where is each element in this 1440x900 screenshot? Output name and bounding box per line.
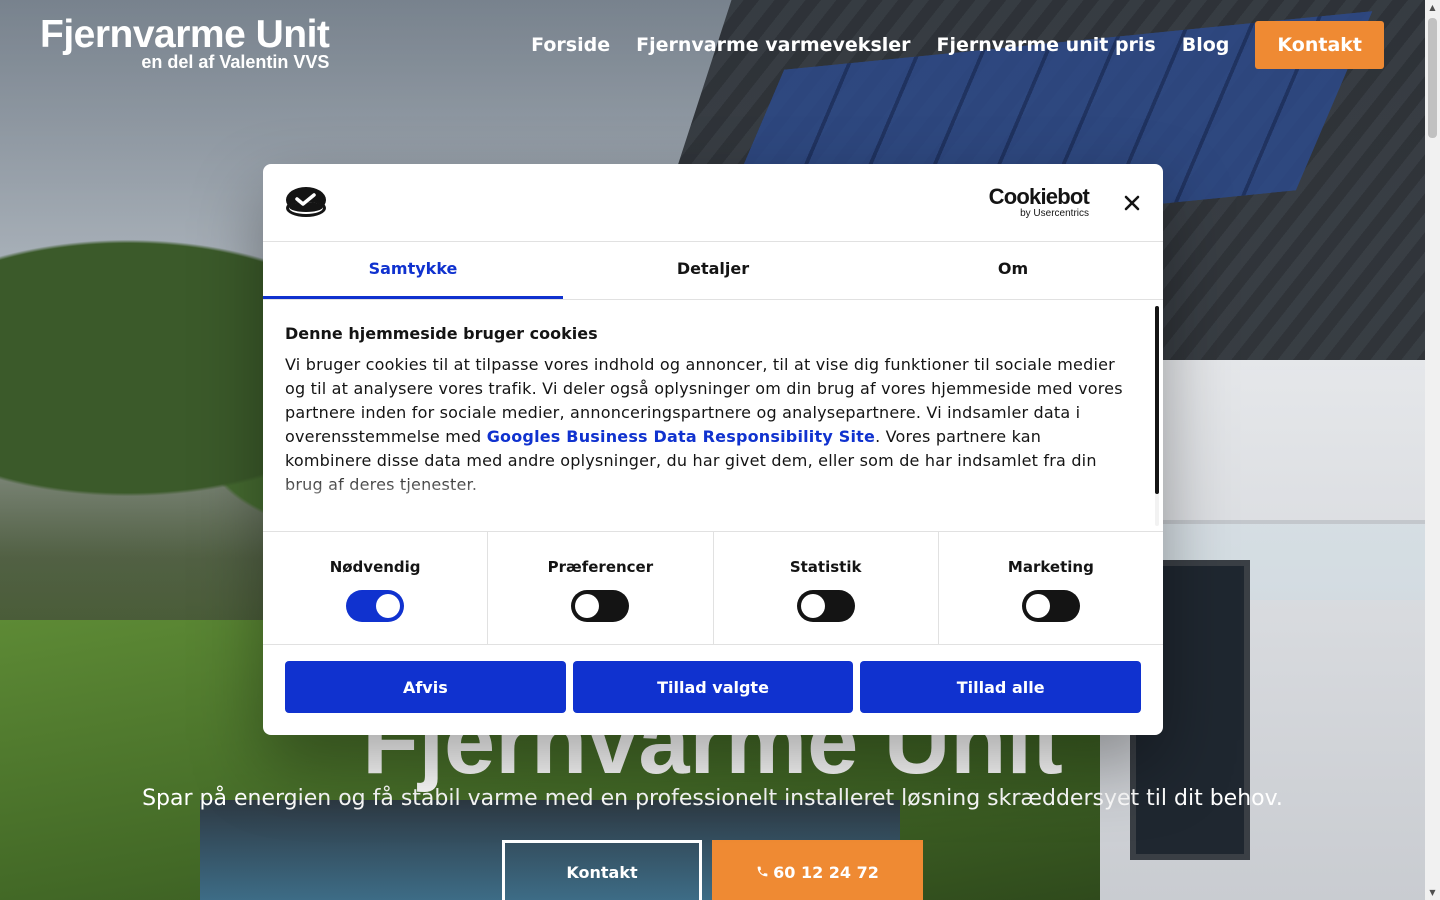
switch-knob — [376, 594, 401, 618]
nav-item-varmeveksler[interactable]: Fjernvarme varmeveksler — [636, 34, 910, 56]
main-nav: Forside Fjernvarme varmeveksler Fjernvar… — [505, 21, 1384, 69]
nav-item-forside[interactable]: Forside — [531, 34, 610, 56]
hero-contact-button[interactable]: Kontakt — [502, 840, 702, 900]
close-icon[interactable] — [1119, 190, 1145, 216]
switch-knob — [575, 594, 600, 618]
page-scrollbar[interactable]: ▲ ▼ — [1425, 0, 1440, 900]
hero-subtitle: Spar på energien og få stabil varme med … — [142, 786, 1283, 811]
tab-om[interactable]: Om — [863, 242, 1163, 299]
toggle-label-marketing: Marketing — [1007, 558, 1094, 576]
toggle-cell-preferences: Præferencer — [488, 532, 714, 644]
nav-item-blog[interactable]: Blog — [1182, 34, 1230, 56]
page-scroll-thumb[interactable] — [1428, 18, 1437, 138]
scroll-down-arrow-icon[interactable]: ▼ — [1428, 888, 1437, 897]
consent-heading: Denne hjemmeside bruger cookies — [285, 324, 598, 343]
nav-contact-button[interactable]: Kontakt — [1255, 21, 1384, 69]
google-responsibility-link[interactable]: Googles Business Data Responsibility Sit… — [487, 427, 875, 446]
cookiebot-brand[interactable]: Cookiebot by Usercentrics — [987, 184, 1090, 220]
body-scroll-thumb[interactable] — [1155, 306, 1159, 494]
cookiebot-brand-by: by Usercentrics — [1020, 208, 1089, 219]
site-logo[interactable]: Fjernvarme Unit en del af Valentin VVS — [40, 12, 330, 73]
consent-toggles: Nødvendig Præferencer Statistik Marketin… — [263, 532, 1163, 645]
body-fade-overlay — [263, 471, 1143, 531]
cookiebot-brand-name: Cookiebot — [988, 184, 1090, 209]
toggle-label-necessary: Nødvendig — [329, 558, 421, 576]
allow-selected-button[interactable]: Tillad valgte — [572, 661, 854, 713]
reject-button[interactable]: Afvis — [285, 661, 566, 713]
tab-detaljer[interactable]: Detaljer — [563, 242, 863, 299]
cookiebot-badge-icon — [285, 186, 327, 218]
scroll-up-arrow-icon[interactable]: ▲ — [1428, 3, 1437, 12]
necessary-switch[interactable] — [346, 590, 405, 622]
cookie-consent-dialog: Cookiebot by Usercentrics Samtykke Detal… — [263, 164, 1163, 735]
nav-item-unit-pris[interactable]: Fjernvarme unit pris — [937, 34, 1156, 56]
dialog-body[interactable]: Denne hjemmeside bruger cookies Vi bruge… — [263, 300, 1163, 532]
dialog-actions: Afvis Tillad valgte Tillad alle — [263, 645, 1163, 729]
toggle-cell-necessary: Nødvendig — [263, 532, 489, 644]
switch-knob — [800, 594, 825, 618]
toggle-cell-statistics: Statistik — [714, 532, 939, 644]
tab-samtykke[interactable]: Samtykke — [263, 242, 563, 299]
statistics-switch[interactable] — [796, 590, 855, 622]
hero-phone-button[interactable]: 60 12 24 72 — [712, 840, 923, 900]
marketing-switch[interactable] — [1021, 590, 1080, 622]
hero-phone-label: 60 12 24 72 — [773, 862, 879, 882]
switch-knob — [1025, 594, 1050, 618]
toggle-label-preferences: Præferencer — [547, 558, 654, 576]
dialog-tabs: Samtykke Detaljer Om — [263, 242, 1163, 300]
preferences-switch[interactable] — [571, 590, 630, 622]
toggle-label-statistics: Statistik — [789, 558, 862, 576]
toggle-cell-marketing: Marketing — [939, 532, 1163, 644]
dialog-header: Cookiebot by Usercentrics — [263, 164, 1163, 242]
allow-all-button[interactable]: Tillad alle — [860, 661, 1142, 713]
hero-contact-label: Kontakt — [566, 862, 638, 882]
phone-icon — [756, 863, 769, 882]
